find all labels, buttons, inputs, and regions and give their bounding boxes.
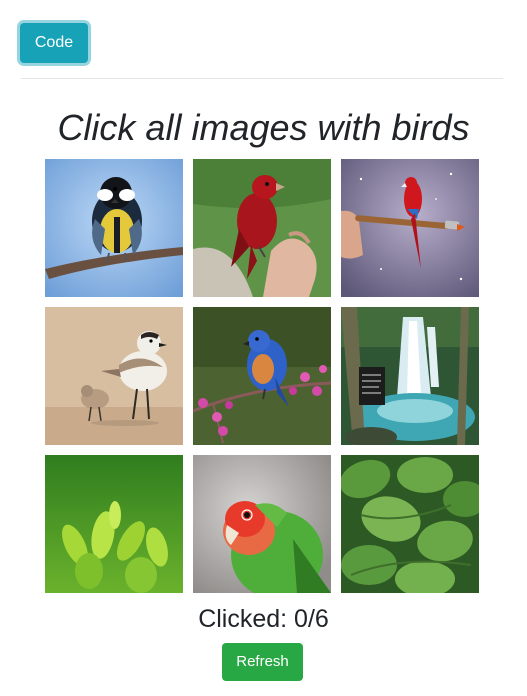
header-divider	[21, 78, 503, 79]
tea-leaves-image	[45, 455, 183, 593]
red-parrot-image	[341, 159, 479, 297]
captcha-tile-4[interactable]	[45, 307, 183, 445]
captcha-tile-5[interactable]	[193, 307, 331, 445]
bluebird-image	[193, 307, 331, 445]
captcha-tile-6[interactable]	[341, 307, 479, 445]
captcha-title: Click all images with birds	[57, 107, 470, 148]
plover-image	[45, 307, 183, 445]
great-tit-image	[45, 159, 183, 297]
red-tanager-image	[193, 159, 331, 297]
refresh-button[interactable]: Refresh	[222, 643, 303, 681]
captcha-tile-1[interactable]	[45, 159, 183, 297]
captcha-tile-3[interactable]	[341, 159, 479, 297]
code-button[interactable]: Code	[20, 23, 88, 63]
captcha-tile-2[interactable]	[193, 159, 331, 297]
lovebird-image	[193, 455, 331, 593]
waterfall-image	[341, 307, 479, 445]
clicked-counter: Clicked: 0/6	[198, 605, 329, 633]
captcha-tile-7[interactable]	[45, 455, 183, 593]
captcha-image-grid	[45, 159, 480, 593]
green-leaves-image	[341, 455, 479, 593]
captcha-tile-8[interactable]	[193, 455, 331, 593]
captcha-tile-9[interactable]	[341, 455, 479, 593]
